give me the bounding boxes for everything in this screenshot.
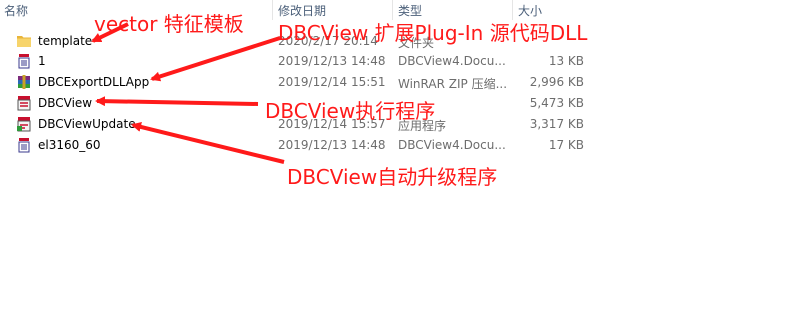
annotation-exe: DBCView执行程序 xyxy=(265,99,436,123)
annotation-template: vector 特征模板 xyxy=(94,12,244,36)
annotation-arrows xyxy=(91,22,285,164)
annotation-plugin: DBCView 扩展Plug-In 源代码DLL xyxy=(278,21,588,45)
arrow-to-dbcviewupdate xyxy=(131,122,285,164)
arrow-to-dbcview xyxy=(95,96,259,107)
annotation-update: DBCView自动升级程序 xyxy=(287,165,498,189)
arrow-to-dbcexportdllapp xyxy=(150,36,281,82)
